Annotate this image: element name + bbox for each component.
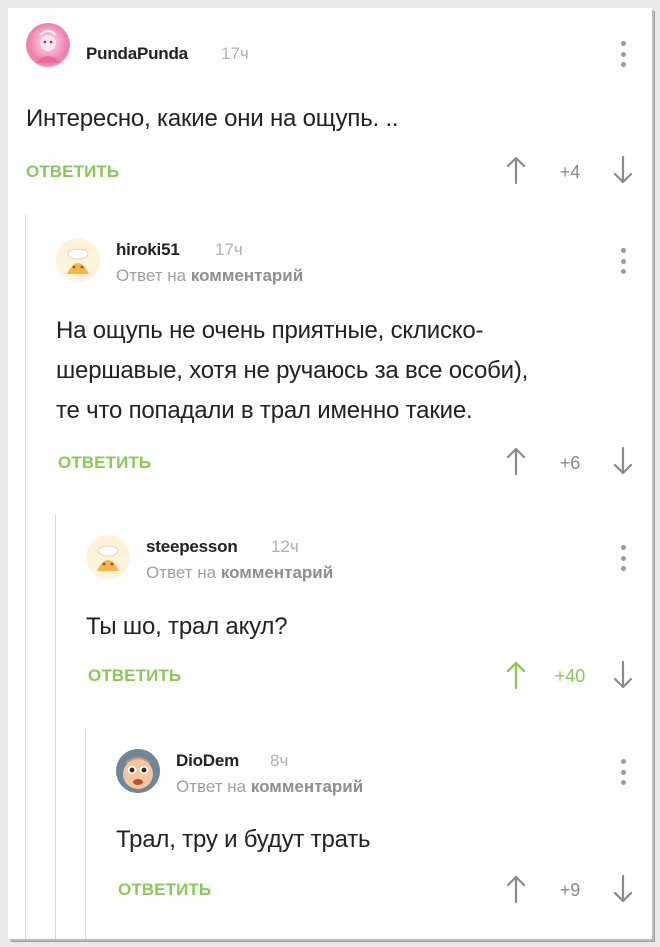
baby-face-avatar-icon[interactable]	[116, 749, 160, 793]
rating-value: +9	[559, 880, 581, 900]
reply-to-line[interactable]: Ответ на комментарий	[176, 777, 363, 797]
more-options-icon[interactable]	[620, 759, 626, 785]
reply-button[interactable]: ОТВЕТИТЬ	[118, 880, 211, 900]
comment-author[interactable]: DioDem	[176, 751, 239, 771]
comment-diodem: DioDem 8ч Ответ на комментарий Трал, тру…	[8, 8, 652, 939]
comment-time: 8ч	[270, 751, 289, 770]
comments-panel: PundaPunda 17ч Интересно, какие они на о…	[8, 8, 652, 939]
downvote-arrow-icon[interactable]	[613, 875, 633, 903]
comment-text: Трал, тру и будут трать	[116, 826, 371, 853]
upvote-arrow-icon[interactable]	[506, 875, 526, 903]
